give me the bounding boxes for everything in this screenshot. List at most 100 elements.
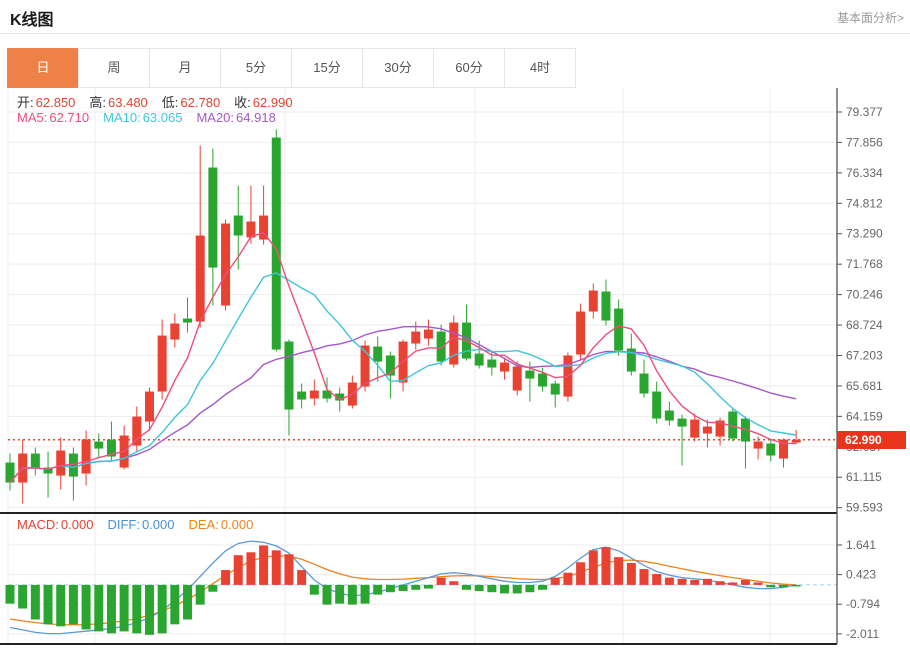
macd-bar: [449, 581, 459, 585]
macd-bar: [157, 584, 167, 634]
ohlc-row: 开: 62.850 高: 63.480 低: 62.780 收: 62.990: [17, 92, 307, 111]
ma-row-value-2: 64.918: [236, 110, 276, 125]
main-axis-label: 68.724: [846, 318, 883, 332]
macd-row-label-0: MACD:: [17, 517, 59, 532]
macd-bar: [398, 584, 408, 591]
macd-bar: [5, 584, 15, 604]
ohlc-row-label-0: 开:: [17, 95, 34, 110]
candle: [639, 359, 649, 398]
ohlc-row-value-1: 63.480: [108, 95, 148, 110]
main-axis-label: 77.856: [846, 135, 883, 149]
macd-row-label-2: DEA:: [188, 517, 219, 532]
macd-bar: [183, 584, 193, 620]
kline-page: { "header": { "title": "K线图", "link_labe…: [0, 0, 910, 648]
macd-bar: [144, 584, 154, 635]
macd-bar: [677, 578, 687, 585]
macd-bar: [284, 554, 294, 585]
macd-bar: [753, 582, 763, 585]
current-price-badge: 62.990: [837, 431, 906, 449]
candle: [30, 447, 40, 476]
main-axis-label: 76.334: [846, 166, 883, 180]
macd-bar: [778, 584, 788, 588]
candle: [284, 339, 294, 436]
candle: [702, 419, 712, 448]
macd-bar: [309, 584, 319, 595]
ohlc-row-value-0: 62.850: [35, 95, 76, 110]
macd-bar: [538, 584, 548, 590]
ohlc-row-label-3: 收:: [234, 95, 251, 110]
main-axis-label: 61.115: [846, 470, 882, 484]
macd-axis-label: -2.011: [846, 627, 879, 641]
main-axis-label: 70.246: [846, 288, 883, 302]
candle: [385, 351, 395, 399]
main-axis-label: 64.159: [846, 409, 883, 423]
candle: [715, 417, 725, 446]
macd-bar: [68, 584, 78, 625]
main-axis-label: 59.593: [846, 501, 883, 515]
candle: [398, 339, 408, 392]
candle: [791, 429, 801, 444]
candle: [652, 381, 662, 424]
ma-row: MA5: 62.710 MA10: 63.065 MA20: 64.918: [17, 110, 290, 125]
candle: [740, 416, 750, 469]
macd-bar: [221, 570, 231, 585]
macd-bar: [195, 584, 205, 605]
macd-bar: [81, 584, 91, 630]
candle: [309, 379, 319, 406]
candle: [221, 219, 231, 311]
macd-bar: [461, 584, 471, 590]
macd-bar: [550, 577, 560, 585]
macd-row-label-1: DIFF:: [107, 517, 140, 532]
macd-bar: [56, 584, 66, 627]
macd-bar: [715, 581, 725, 585]
macd-bar: [335, 584, 345, 604]
macd-bar: [563, 572, 573, 585]
candle: [183, 297, 193, 333]
macd-bar: [601, 547, 611, 585]
macd-row-value-1: 0.000: [141, 517, 175, 532]
candle: [728, 407, 738, 442]
candle: [550, 380, 560, 408]
macd-bar: [576, 562, 586, 585]
candle: [94, 433, 104, 458]
macd-bar: [18, 584, 28, 609]
macd-bar: [271, 550, 281, 585]
candle: [56, 437, 66, 490]
macd-bar: [652, 573, 662, 585]
candle: [576, 303, 586, 360]
macd-bar: [322, 584, 332, 605]
macd-bar: [766, 584, 776, 588]
candle: [411, 321, 421, 350]
main-axis-label: 65.681: [846, 379, 883, 393]
macd-bar: [664, 577, 674, 585]
macd-bar: [474, 584, 484, 591]
macd-axis-label: 0.423: [846, 568, 876, 582]
candle: [157, 319, 167, 400]
macd-bar: [297, 570, 307, 585]
macd-bar: [512, 584, 522, 594]
ma-row-label-2: MA20:: [196, 110, 235, 125]
candle: [601, 279, 611, 326]
ma-row-label-1: MA10:: [103, 110, 141, 125]
candle: [588, 283, 598, 319]
ma-row-value-0: 62.710: [49, 110, 90, 125]
macd-bar: [690, 580, 700, 585]
macd-bar: [170, 584, 180, 625]
ohlc-row-label-2: 低:: [161, 95, 179, 110]
ma-row-value-1: 63.065: [142, 110, 183, 125]
macd-bar: [43, 584, 53, 625]
macd-row-value-0: 0.000: [60, 517, 94, 532]
candle: [68, 447, 78, 501]
candle: [132, 406, 142, 453]
main-axis-label: 73.290: [846, 227, 883, 241]
candle: [271, 129, 281, 352]
candlestick-series: [5, 129, 801, 504]
main-axis-label: 79.377: [846, 105, 883, 119]
macd-bar: [487, 584, 497, 593]
ma-row-label-0: MA5:: [17, 110, 48, 125]
macd-bar: [360, 584, 370, 604]
macd-bar: [423, 584, 433, 589]
macd-bar: [233, 555, 243, 585]
candle: [297, 383, 307, 409]
ohlc-row-label-1: 高:: [89, 95, 107, 110]
